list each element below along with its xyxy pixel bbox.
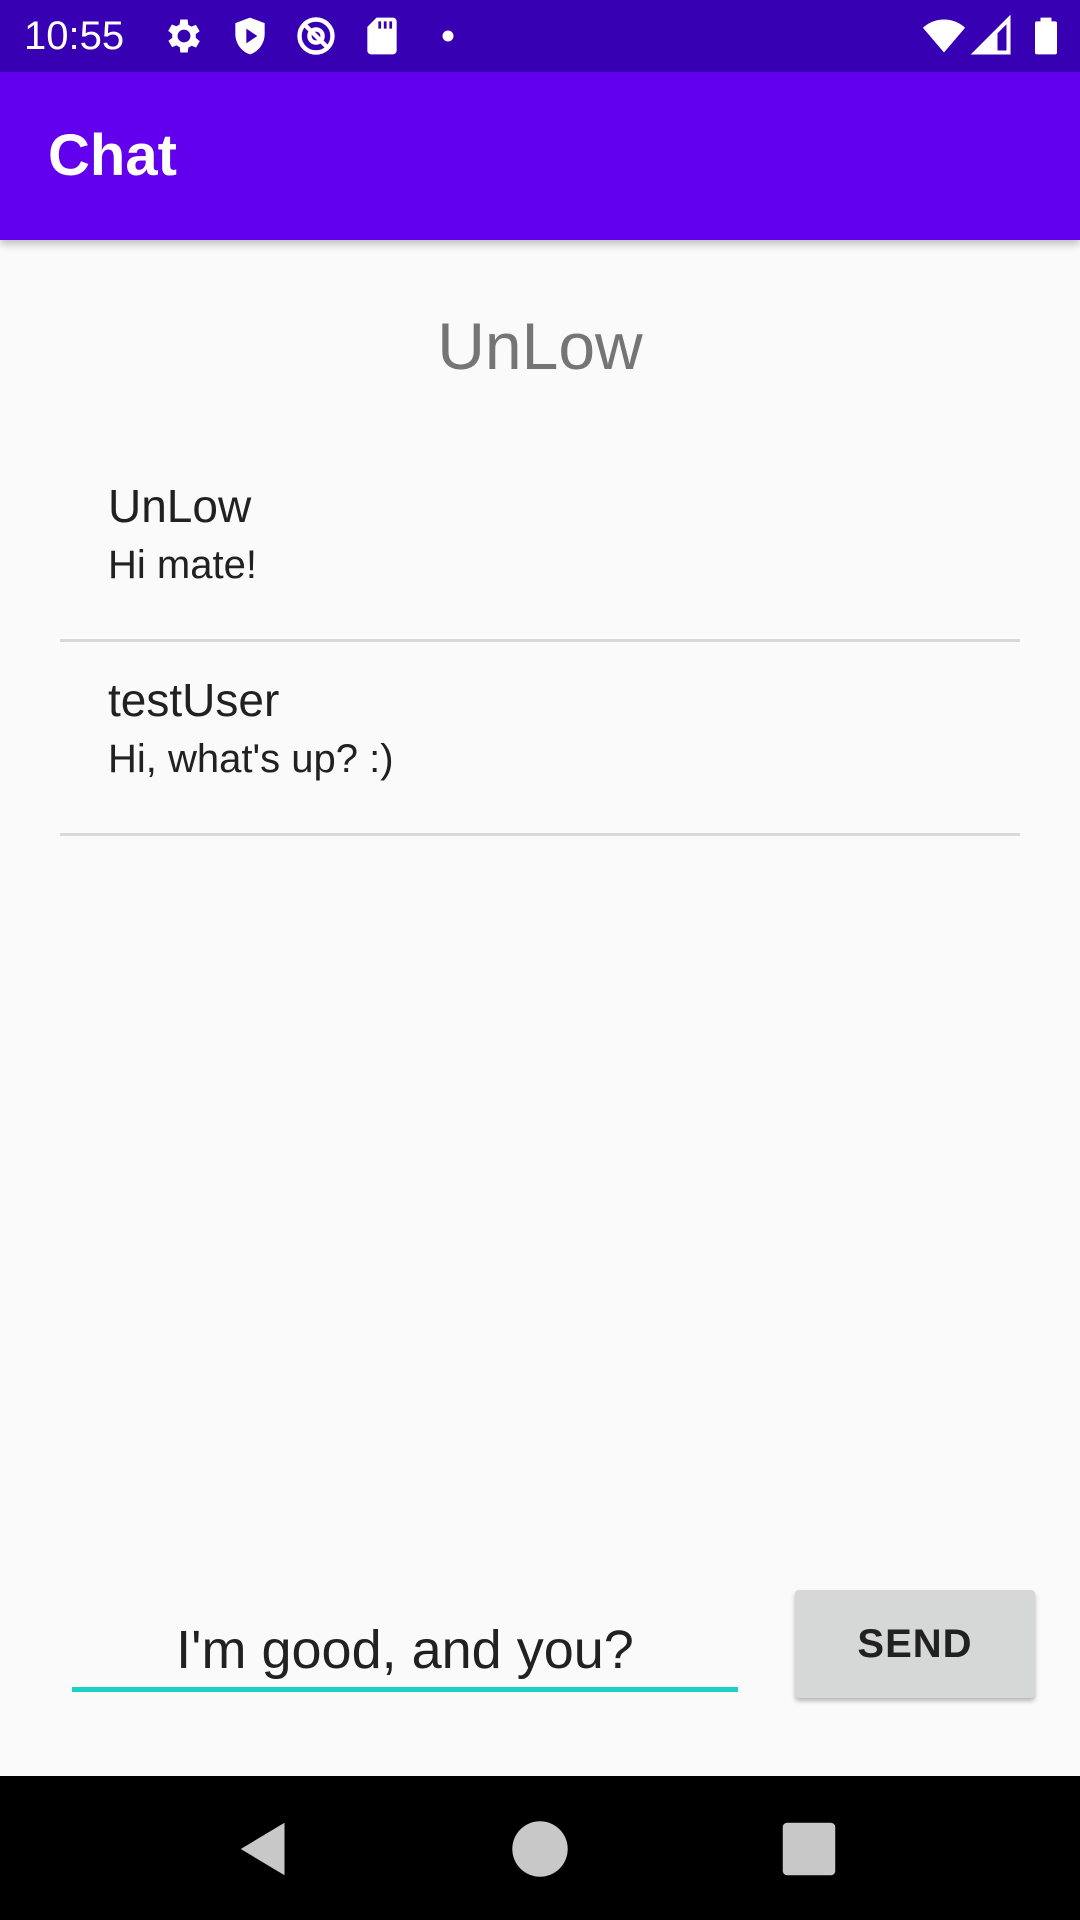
message-sender: UnLow	[108, 480, 252, 532]
status-time: 10:55	[24, 14, 125, 58]
wifi-icon	[922, 14, 966, 58]
recents-icon[interactable]	[774, 1814, 844, 1884]
at-sign-icon	[294, 14, 338, 58]
message-text: Hi, what's up? :)	[108, 737, 394, 781]
back-icon[interactable]	[232, 1814, 302, 1884]
home-icon[interactable]	[505, 1814, 575, 1884]
app-title: Chat	[48, 123, 177, 188]
cell-signal-icon	[970, 14, 1014, 58]
dot-icon	[426, 14, 470, 58]
settings-icon	[162, 14, 206, 58]
message-input[interactable]	[72, 1612, 738, 1692]
sd-card-icon	[360, 14, 404, 58]
message-list: UnLow Hi mate! testUser Hi, what's up? :…	[60, 448, 1020, 836]
send-button[interactable]: SEND	[795, 1590, 1035, 1698]
message-text: Hi mate!	[108, 543, 257, 587]
app-bar: Chat	[0, 72, 1080, 240]
navigation-bar	[0, 1776, 1080, 1920]
message-item: testUser Hi, what's up? :)	[60, 642, 1020, 836]
chat-screen: 10:55 Chat UnLow UnLow Hi mate! testUser…	[0, 0, 1080, 1920]
status-bar: 10:55	[0, 0, 1080, 72]
chat-partner-name: UnLow	[437, 309, 643, 383]
message-item: UnLow Hi mate!	[60, 448, 1020, 642]
battery-icon	[1024, 14, 1068, 58]
message-sender: testUser	[108, 674, 280, 726]
shield-play-icon	[228, 14, 272, 58]
